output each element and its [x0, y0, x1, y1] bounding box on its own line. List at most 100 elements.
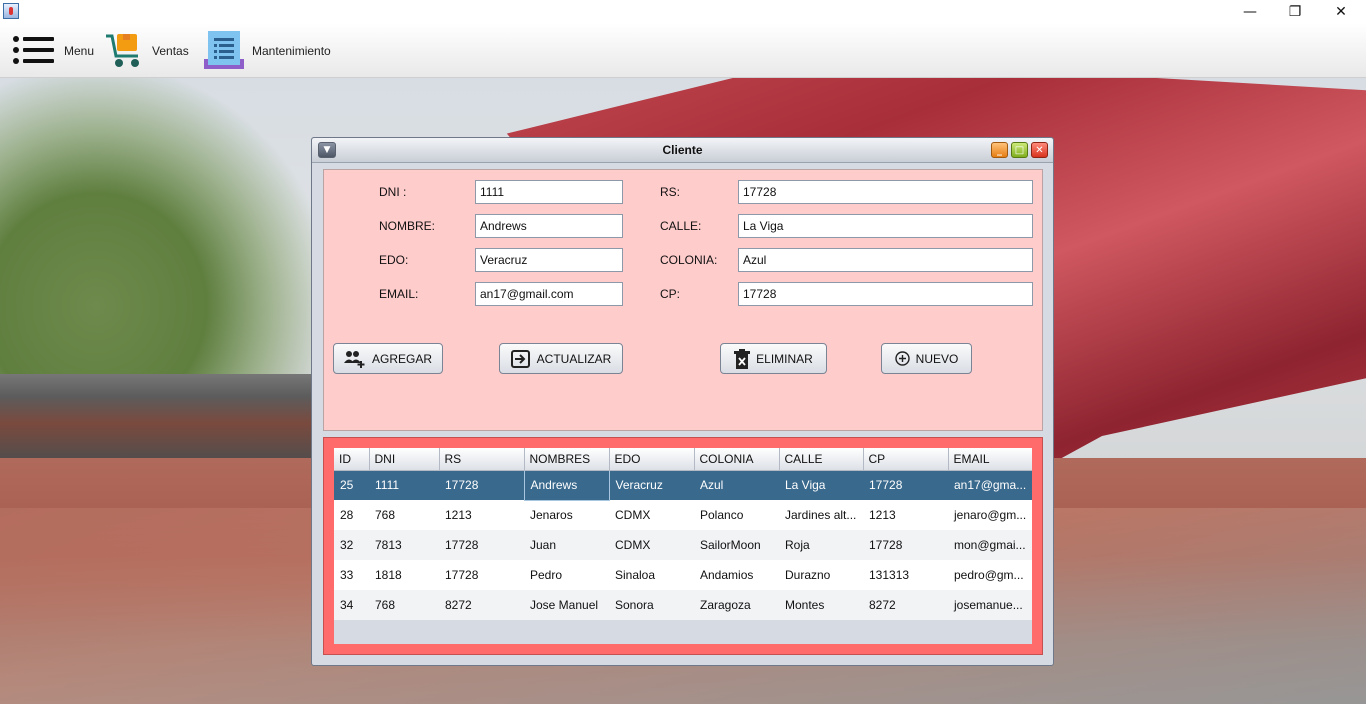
window-title-bar: — ❐ ✕	[0, 0, 1366, 23]
edo-label: EDO:	[379, 253, 409, 267]
dni-label: DNI :	[379, 185, 407, 199]
table-cell: 1213	[863, 500, 948, 530]
menu-item-label: Mantenimiento	[252, 44, 331, 58]
menu-item-mantenimiento[interactable]: Mantenimiento	[204, 29, 331, 73]
table-row[interactable]: 32 7813 17728 Juan CDMX SailorMoon Roja …	[334, 530, 1032, 560]
table-cell: 7813	[369, 530, 439, 560]
table-cell: 8272	[863, 590, 948, 620]
client-table-viewport[interactable]: ID DNI RS NOMBRES EDO COLONIA CALLE CP E…	[334, 448, 1032, 644]
column-header-id[interactable]: ID	[334, 448, 370, 471]
close-button[interactable]: ✕	[1318, 0, 1364, 23]
frame-close-button[interactable]: ✕	[1031, 142, 1048, 158]
hamburger-menu-icon	[12, 34, 56, 69]
table-row[interactable]: 28 768 1213 Jenaros CDMX Polanco Jardine…	[334, 500, 1032, 530]
table-cell: 8272	[439, 590, 524, 620]
table-row[interactable]: 33 1818 17728 Pedro Sinaloa Andamios Dur…	[334, 560, 1032, 590]
table-cell: 1818	[369, 560, 439, 590]
column-header-calle[interactable]: CALLE	[779, 448, 864, 471]
nuevo-button-label: NUEVO	[915, 351, 959, 366]
plus-circle-icon	[894, 351, 910, 366]
table-cell: Roja	[779, 530, 863, 560]
menu-item-label: Ventas	[152, 44, 189, 58]
table-cell: Jenaros	[524, 500, 609, 530]
table-cell: 1213	[439, 500, 524, 530]
table-cell: Andamios	[694, 560, 779, 590]
table-cell: 1111	[369, 470, 439, 500]
rs-label: RS:	[660, 185, 681, 199]
column-header-rs[interactable]: RS	[439, 448, 525, 471]
client-table: ID DNI RS NOMBRES EDO COLONIA CALLE CP E…	[334, 448, 1032, 620]
table-cell: Sonora	[609, 590, 694, 620]
table-cell: Jose Manuel	[524, 590, 609, 620]
menu-item-menu[interactable]: Menu	[12, 29, 94, 73]
table-cell: Azul	[694, 470, 779, 500]
shopping-cart-icon	[104, 30, 144, 73]
table-cell: jenaro@gm...	[948, 500, 1032, 530]
frame-title-bar[interactable]: ▼ Cliente _ □ ✕	[312, 138, 1053, 163]
column-header-cp[interactable]: CP	[863, 448, 949, 471]
table-cell: Montes	[779, 590, 863, 620]
table-cell: CDMX	[609, 530, 694, 560]
table-cell: 17728	[439, 470, 524, 500]
table-cell: CDMX	[609, 500, 694, 530]
document-list-icon	[204, 29, 244, 74]
nombre-field[interactable]	[475, 214, 623, 238]
cliente-internal-frame: ▼ Cliente _ □ ✕ DNI : NOMBRE: EDO: EMAIL…	[311, 137, 1054, 666]
calle-field[interactable]	[738, 214, 1033, 238]
frame-system-menu-button[interactable]: ▼	[318, 142, 336, 158]
column-header-email[interactable]: EMAIL	[948, 448, 1032, 471]
rs-field[interactable]	[738, 180, 1033, 204]
table-row[interactable]: 25 1111 17728 Andrews Veracruz Azul La V…	[334, 469, 1032, 501]
column-header-colonia[interactable]: COLONIA	[694, 448, 780, 471]
minimize-button[interactable]: —	[1227, 0, 1273, 23]
client-form-panel: DNI : NOMBRE: EDO: EMAIL: RS: CALLE: COL…	[323, 169, 1043, 431]
cp-label: CP:	[660, 287, 681, 301]
table-cell: Polanco	[694, 500, 779, 530]
actualizar-button[interactable]: ACTUALIZAR	[499, 343, 623, 374]
java-app-icon	[3, 3, 19, 19]
table-cell: Veracruz	[609, 470, 694, 500]
table-cell: 768	[369, 590, 439, 620]
background-building	[0, 374, 320, 464]
menu-bar: Menu Ventas Mantenimiento	[0, 23, 1366, 78]
trash-icon	[734, 348, 751, 369]
table-cell: Sinaloa	[609, 560, 694, 590]
table-cell: Jardines alt...	[779, 500, 863, 530]
frame-title: Cliente	[662, 143, 703, 157]
table-cell: pedro@gm...	[948, 560, 1032, 590]
table-cell: 17728	[863, 530, 948, 560]
table-cell: 17728	[863, 470, 948, 500]
table-cell: an17@gma...	[948, 470, 1032, 500]
edo-field[interactable]	[475, 248, 623, 272]
menu-item-label: Menu	[64, 44, 95, 58]
agregar-button[interactable]: AGREGAR	[333, 343, 443, 374]
nombre-label: NOMBRE:	[379, 219, 436, 233]
column-header-edo[interactable]: EDO	[609, 448, 695, 471]
colonia-field[interactable]	[738, 248, 1033, 272]
cp-field[interactable]	[738, 282, 1033, 306]
table-row[interactable]: 34 768 8272 Jose Manuel Sonora Zaragoza …	[334, 590, 1032, 620]
table-header-row: ID DNI RS NOMBRES EDO COLONIA CALLE CP E…	[334, 448, 1032, 471]
nuevo-button[interactable]: NUEVO	[881, 343, 972, 374]
maximize-icon: □	[1014, 144, 1025, 156]
table-cell: 32	[334, 530, 369, 560]
dni-field[interactable]	[475, 180, 623, 204]
table-cell: SailorMoon	[694, 530, 779, 560]
table-cell: 131313	[863, 560, 948, 590]
eliminar-button[interactable]: ELIMINAR	[720, 343, 827, 374]
table-cell: 25	[334, 470, 369, 500]
frame-maximize-button[interactable]: □	[1011, 142, 1028, 158]
colonia-label: COLONIA:	[660, 253, 718, 267]
eliminar-button-label: ELIMINAR	[756, 351, 813, 366]
column-header-dni[interactable]: DNI	[369, 448, 440, 471]
restore-button[interactable]: ❐	[1272, 0, 1318, 23]
menu-item-ventas[interactable]: Ventas	[104, 29, 189, 73]
client-table-panel: ID DNI RS NOMBRES EDO COLONIA CALLE CP E…	[323, 437, 1043, 655]
table-cell: Andrews	[523, 469, 610, 501]
sign-in-icon	[510, 349, 530, 368]
email-field[interactable]	[475, 282, 623, 306]
table-cell: mon@gmai...	[948, 530, 1032, 560]
frame-minimize-button[interactable]: _	[991, 142, 1008, 158]
table-cell: Pedro	[524, 560, 609, 590]
column-header-nombres[interactable]: NOMBRES	[524, 448, 610, 471]
